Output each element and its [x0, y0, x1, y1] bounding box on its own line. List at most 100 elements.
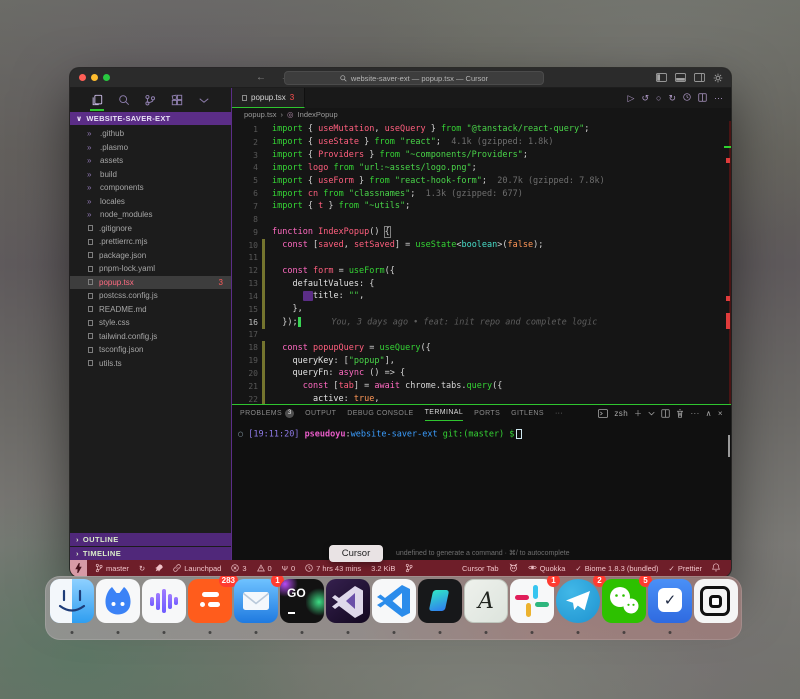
timeline-section[interactable]: ›TIMELINE — [70, 547, 231, 560]
code-line-14[interactable]: 14 title: "", — [232, 290, 731, 303]
source-control-icon[interactable] — [141, 91, 159, 109]
dock-app-dark-notes[interactable] — [418, 579, 462, 623]
code-line-16[interactable]: 16 }); You, 3 days ago • feat: init repo… — [232, 316, 731, 329]
tree-folder-locales[interactable]: »locales — [70, 195, 231, 209]
breadcrumb-file[interactable]: popup.tsx — [244, 110, 277, 119]
history-icon[interactable] — [683, 93, 691, 103]
status-bell[interactable] — [707, 560, 725, 577]
tree-file-stylecss[interactable]: style.css — [70, 316, 231, 330]
status-octocat[interactable] — [504, 560, 523, 577]
tree-folder-build[interactable]: »build — [70, 168, 231, 182]
settings-gear-icon[interactable] — [713, 73, 723, 83]
tree-file-tsconfigjson[interactable]: tsconfig.json — [70, 343, 231, 357]
breadcrumb[interactable]: popup.tsx › ◎ IndexPopup — [232, 108, 731, 121]
extensions-icon[interactable] — [168, 91, 186, 109]
tree-file-READMEmd[interactable]: README.md — [70, 303, 231, 317]
dock-app-mail[interactable]: 1 — [234, 579, 278, 623]
close-panel-icon[interactable]: × — [718, 409, 723, 418]
dock-app-vscode[interactable] — [372, 579, 416, 623]
dock-app-fox-reader[interactable] — [96, 579, 140, 623]
dock-app-clipped[interactable] — [694, 579, 738, 623]
code-line-3[interactable]: 3import { Providers } from "~components/… — [232, 149, 731, 162]
status-remote[interactable] — [70, 560, 87, 577]
code-line-5[interactable]: 5import { useForm } from "react-hook-for… — [232, 174, 731, 187]
zoom-window-button[interactable] — [103, 74, 110, 81]
code-line-7[interactable]: 7import { t } from "~utils"; — [232, 200, 731, 213]
tree-file-gitignore[interactable]: .gitignore — [70, 222, 231, 236]
tree-file-packagejson[interactable]: package.json — [70, 249, 231, 263]
status-eye[interactable]: Quokka — [523, 560, 571, 577]
code-line-4[interactable]: 4import logo from "url:~assets/logo.png"… — [232, 162, 731, 175]
code-line-17[interactable]: 17 — [232, 329, 731, 342]
code-line-15[interactable]: 15 }, — [232, 303, 731, 316]
tree-file-popuptsx[interactable]: popup.tsx3 — [70, 276, 231, 290]
toggle-panel-icon[interactable] — [675, 73, 686, 82]
dock-app-things[interactable]: ✓ — [648, 579, 692, 623]
dock-app-finder[interactable] — [50, 579, 94, 623]
split-editor-icon[interactable] — [698, 93, 707, 104]
panel-more-tabs[interactable]: ··· — [555, 410, 563, 417]
command-center-search[interactable]: website-saver-ext — popup.tsx — Cursor — [284, 71, 544, 85]
dock-app-handwriting[interactable]: A — [464, 579, 508, 623]
tree-folder-assets[interactable]: »assets — [70, 154, 231, 168]
tree-folder-github[interactable]: ».github — [70, 127, 231, 141]
code-line-9[interactable]: 9function IndexPopup() { — [232, 226, 731, 239]
new-terminal-button[interactable]: ＋ — [634, 408, 642, 419]
run-button[interactable]: ▷ — [628, 93, 635, 104]
dock-app-goland[interactable]: GO — [280, 579, 324, 623]
dock-app-feed-reader[interactable]: 283 — [188, 579, 232, 623]
status-check[interactable]: ✓Prettier — [664, 560, 707, 577]
tree-file-tailwindconfigjs[interactable]: tailwind.config.js — [70, 330, 231, 344]
status-link[interactable]: Launchpad — [168, 560, 226, 577]
search-icon[interactable] — [115, 91, 133, 109]
status-branch[interactable]: master — [90, 560, 134, 577]
panel-tab-terminal[interactable]: TERMINAL — [425, 405, 464, 421]
files-icon[interactable] — [88, 91, 106, 109]
shell-name[interactable]: zsh — [614, 409, 628, 418]
redo-icon[interactable]: ↻ — [668, 93, 676, 104]
dock-app-cursor[interactable] — [326, 579, 370, 623]
status-sync[interactable]: ↻ — [134, 560, 150, 577]
overview-ruler[interactable] — [724, 121, 731, 404]
status-cursor-tab[interactable]: Cursor Tab — [457, 560, 504, 577]
terminal-scrollbar[interactable] — [728, 435, 730, 457]
code-line-1[interactable]: 1import { useMutation, useQuery } from "… — [232, 123, 731, 136]
panel-tab-output[interactable]: OUTPUT — [305, 405, 336, 421]
status-error[interactable]: 3 — [226, 560, 251, 577]
code-line-12[interactable]: 12 const form = useForm({ — [232, 264, 731, 277]
status-warn[interactable]: 0 — [252, 560, 277, 577]
tab-popup-tsx[interactable]: popup.tsx 3 — [232, 88, 305, 108]
code-line-11[interactable]: 11 — [232, 251, 731, 264]
code-line-19[interactable]: 19 queryKey: ["popup"], — [232, 354, 731, 367]
code-line-10[interactable]: 10 const [saved, setSaved] = useState<bo… — [232, 239, 731, 252]
maximize-panel-icon[interactable]: ∧ — [706, 409, 712, 418]
breadcrumb-symbol[interactable]: IndexPopup — [298, 110, 338, 119]
undo-icon[interactable]: ↺ — [641, 93, 649, 104]
panel-tab-problems[interactable]: PROBLEMS3 — [240, 405, 294, 421]
dock-app-telegram[interactable]: 2 — [556, 579, 600, 623]
outline-section[interactable]: ›OUTLINE — [70, 533, 231, 546]
status-clock[interactable]: 7 hrs 43 mins — [300, 560, 366, 577]
status-psi[interactable]: Ψ0 — [277, 560, 300, 577]
toggle-secondary-sidebar-icon[interactable] — [694, 73, 705, 82]
dock-app-waveform[interactable] — [142, 579, 186, 623]
code-line-18[interactable]: 18 const popupQuery = useQuery({ — [232, 341, 731, 354]
code-line-20[interactable]: 20 queryFn: async () => { — [232, 367, 731, 380]
explorer-project-header[interactable]: ∨ WEBSITE-SAVER-EXT — [70, 112, 231, 125]
tree-file-utilsts[interactable]: utils.ts — [70, 357, 231, 371]
tree-file-prettierrcmjs[interactable]: .prettierrc.mjs — [70, 235, 231, 249]
tree-file-pnpmlockyaml[interactable]: pnpm-lock.yaml — [70, 262, 231, 276]
dock-app-slack[interactable]: 1 — [510, 579, 554, 623]
status-rocket[interactable] — [150, 560, 168, 577]
tree-file-postcssconfigjs[interactable]: postcss.config.js — [70, 289, 231, 303]
close-window-button[interactable] — [79, 74, 86, 81]
panel-tab-ports[interactable]: PORTS — [474, 405, 500, 421]
terminal-view[interactable]: ○ [19:11:20] pseudoyu:website-saver-ext … — [232, 421, 731, 560]
more-actions-icon[interactable]: ··· — [714, 93, 723, 103]
code-line-22[interactable]: 22 active: true, — [232, 393, 731, 404]
code-line-6[interactable]: 6import cn from "classnames"; 1.3k (gzip… — [232, 187, 731, 200]
nav-circle-icon[interactable]: ○ — [656, 93, 661, 103]
status-3-2-kib[interactable]: 3.2 KiB — [366, 560, 400, 577]
tree-folder-plasmo[interactable]: ».plasmo — [70, 141, 231, 155]
code-line-13[interactable]: 13 defaultValues: { — [232, 277, 731, 290]
